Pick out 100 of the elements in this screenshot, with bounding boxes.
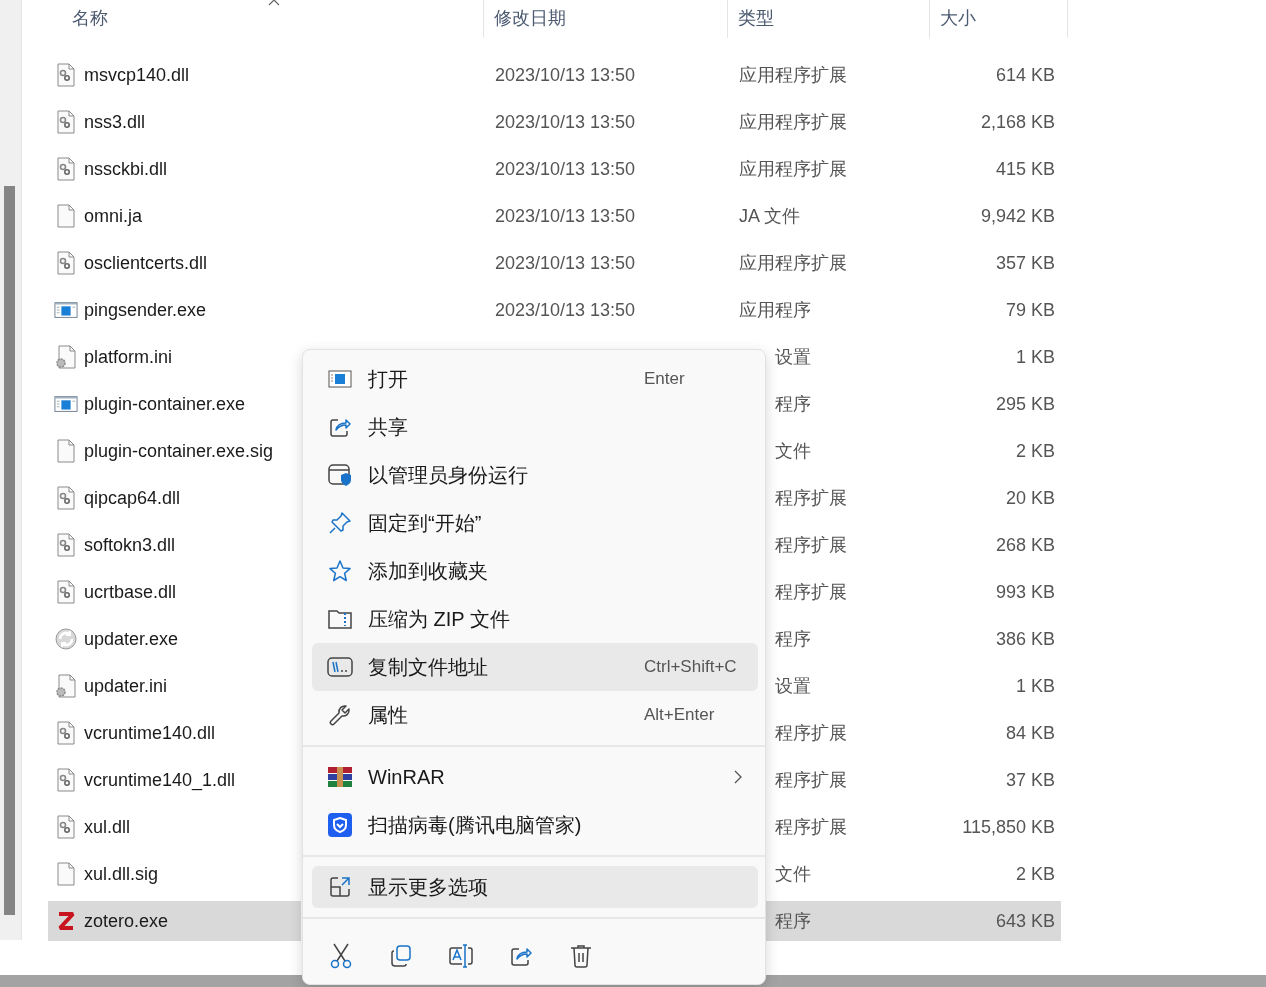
file-row[interactable]: vcruntime140.dll bbox=[48, 713, 301, 753]
file-row[interactable]: updater.exe bbox=[48, 619, 301, 659]
menu-item[interactable]: 显示更多选项 bbox=[312, 866, 758, 908]
file-name: vcruntime140.dll bbox=[84, 722, 216, 744]
file-name: xul.dll.sig bbox=[84, 863, 159, 885]
file-row[interactable]: 程序扩展 268 KB bbox=[765, 525, 1061, 565]
file-size: 84 KB bbox=[1005, 722, 1056, 744]
menu-item-label: 添加到收藏夹 bbox=[368, 558, 489, 584]
file-name: plugin-container.exe bbox=[84, 393, 246, 415]
file-row[interactable]: osclientcerts.dll 2023/10/13 13:50 应用程序扩展 357 KB bbox=[48, 243, 1088, 283]
file-row[interactable]: 设置 1 KB bbox=[765, 337, 1061, 377]
file-row[interactable]: 设置 1 KB bbox=[765, 666, 1061, 706]
file-row[interactable]: qipcap64.dll bbox=[48, 478, 301, 518]
file-type: 程序扩展 bbox=[775, 534, 847, 557]
shield-badge-icon bbox=[328, 813, 352, 837]
shortcut-hint: Enter bbox=[644, 369, 686, 389]
copy-icon bbox=[389, 944, 413, 968]
file-row[interactable]: plugin-container.exe bbox=[48, 384, 301, 424]
menu-item-label: 以管理员身份运行 bbox=[368, 462, 529, 488]
library-file-icon bbox=[56, 768, 76, 792]
file-size: 614 KB bbox=[994, 64, 1056, 86]
file-row[interactable]: 程序 643 KB bbox=[765, 901, 1061, 941]
zip-folder-icon bbox=[327, 607, 353, 631]
menu-item[interactable]: 共享 bbox=[312, 403, 758, 451]
file-row[interactable]: platform.ini bbox=[48, 337, 301, 377]
file-name: updater.exe bbox=[84, 628, 179, 650]
date-modified: 2023/10/13 13:50 bbox=[494, 299, 637, 321]
file-row[interactable]: nssckbi.dll 2023/10/13 13:50 应用程序扩展 415 KB bbox=[48, 149, 1088, 189]
shortcut-hint: Ctrl+Shift+C bbox=[644, 657, 738, 677]
library-file-icon bbox=[56, 721, 76, 745]
file-row[interactable]: 程序扩展 37 KB bbox=[765, 760, 1061, 800]
file-name: platform.ini bbox=[84, 346, 173, 368]
file-row[interactable]: xul.dll.sig bbox=[48, 854, 301, 894]
column-header[interactable]: 大小 bbox=[930, 0, 1068, 38]
menu-item[interactable]: 压缩为 ZIP 文件 bbox=[312, 595, 758, 643]
file-row[interactable]: 程序 386 KB bbox=[765, 619, 1061, 659]
file-row[interactable]: softokn3.dll bbox=[48, 525, 301, 565]
menu-item-label: WinRAR bbox=[368, 765, 446, 789]
file-row[interactable]: 文件 2 KB bbox=[765, 854, 1061, 894]
file-row[interactable]: xul.dll bbox=[48, 807, 301, 847]
menu-item[interactable]: 固定到“开始” bbox=[312, 499, 758, 547]
file-row[interactable]: 程序扩展 20 KB bbox=[765, 478, 1061, 518]
file-type: 程序扩展 bbox=[775, 722, 847, 745]
menu-item[interactable]: 打开 Enter bbox=[312, 355, 758, 403]
file-type: 应用程序扩展 bbox=[738, 64, 848, 87]
file-name: omni.ja bbox=[84, 205, 143, 227]
menu-item[interactable]: 添加到收藏夹 bbox=[312, 547, 758, 595]
file-type: 应用程序扩展 bbox=[738, 111, 848, 134]
library-file-icon bbox=[56, 251, 76, 275]
program-window-icon bbox=[54, 300, 78, 320]
file-row[interactable]: nss3.dll 2023/10/13 13:50 应用程序扩展 2,168 KB bbox=[48, 102, 1088, 142]
file-size: 415 KB bbox=[994, 158, 1056, 180]
shield-window-icon bbox=[327, 462, 353, 488]
column-header[interactable]: 名称 bbox=[48, 0, 484, 38]
column-header[interactable]: 修改日期 bbox=[484, 0, 728, 38]
column-header[interactable]: 类型 bbox=[728, 0, 930, 38]
refresh-icon bbox=[54, 627, 78, 651]
file-row[interactable]: omni.ja 2023/10/13 13:50 JA 文件 9,942 KB bbox=[48, 196, 1088, 236]
file-type: 程序扩展 bbox=[775, 487, 847, 510]
menu-item[interactable]: 扫描病毒(腾讯电脑管家) bbox=[312, 801, 758, 849]
menu-item-label: 属性 bbox=[368, 702, 409, 728]
file-type: 设置 bbox=[775, 675, 811, 698]
file-size: 1 KB bbox=[1015, 346, 1056, 368]
wrench-icon bbox=[328, 703, 352, 727]
pin-icon bbox=[328, 511, 352, 535]
file-name: pingsender.exe bbox=[84, 299, 207, 321]
file-row[interactable]: updater.ini bbox=[48, 666, 301, 706]
file-size: 2 KB bbox=[1015, 863, 1056, 885]
file-size: 643 KB bbox=[995, 910, 1056, 932]
library-file-icon bbox=[56, 157, 76, 181]
blank-file-icon bbox=[56, 862, 76, 886]
file-row[interactable]: plugin-container.exe.sig bbox=[48, 431, 301, 471]
file-size: 993 KB bbox=[995, 581, 1056, 603]
file-row[interactable]: msvcp140.dll 2023/10/13 13:50 应用程序扩展 614 KB bbox=[48, 55, 1088, 95]
file-type: 程序 bbox=[775, 393, 811, 416]
file-name: plugin-container.exe.sig bbox=[84, 440, 274, 462]
file-name: ucrtbase.dll bbox=[84, 581, 177, 603]
menu-item[interactable]: 复制文件地址 Ctrl+Shift+C bbox=[312, 643, 758, 691]
menu-item[interactable]: 以管理员身份运行 bbox=[312, 451, 758, 499]
path-icon bbox=[327, 656, 353, 678]
file-row[interactable]: 程序扩展 115,850 KB bbox=[765, 807, 1061, 847]
date-modified: 2023/10/13 13:50 bbox=[494, 111, 637, 133]
file-row[interactable]: pingsender.exe 2023/10/13 13:50 应用程序 79 KB bbox=[48, 290, 1088, 330]
file-row[interactable]: 程序扩展 84 KB bbox=[765, 713, 1061, 753]
menu-item-label: 复制文件地址 bbox=[368, 654, 489, 680]
scrollbar-thumb[interactable] bbox=[4, 186, 15, 915]
file-row[interactable]: ucrtbase.dll bbox=[48, 572, 301, 612]
file-row[interactable]: 文件 2 KB bbox=[765, 431, 1061, 471]
blank-file-icon bbox=[56, 439, 76, 463]
shortcut-hint: Alt+Enter bbox=[644, 705, 716, 725]
file-row[interactable]: vcruntime140_1.dll bbox=[48, 760, 301, 800]
file-type: 文件 bbox=[775, 863, 811, 886]
file-row[interactable]: 程序 295 KB bbox=[765, 384, 1061, 424]
file-row[interactable]: 程序扩展 993 KB bbox=[765, 572, 1061, 612]
menu-item[interactable]: WinRAR bbox=[312, 753, 758, 801]
books-stack-icon bbox=[328, 766, 352, 788]
menu-item[interactable]: 属性 Alt+Enter bbox=[312, 691, 758, 739]
file-type: 程序扩展 bbox=[775, 581, 847, 604]
file-row[interactable]: zotero.exe bbox=[48, 901, 301, 941]
file-type: 文件 bbox=[775, 440, 811, 463]
